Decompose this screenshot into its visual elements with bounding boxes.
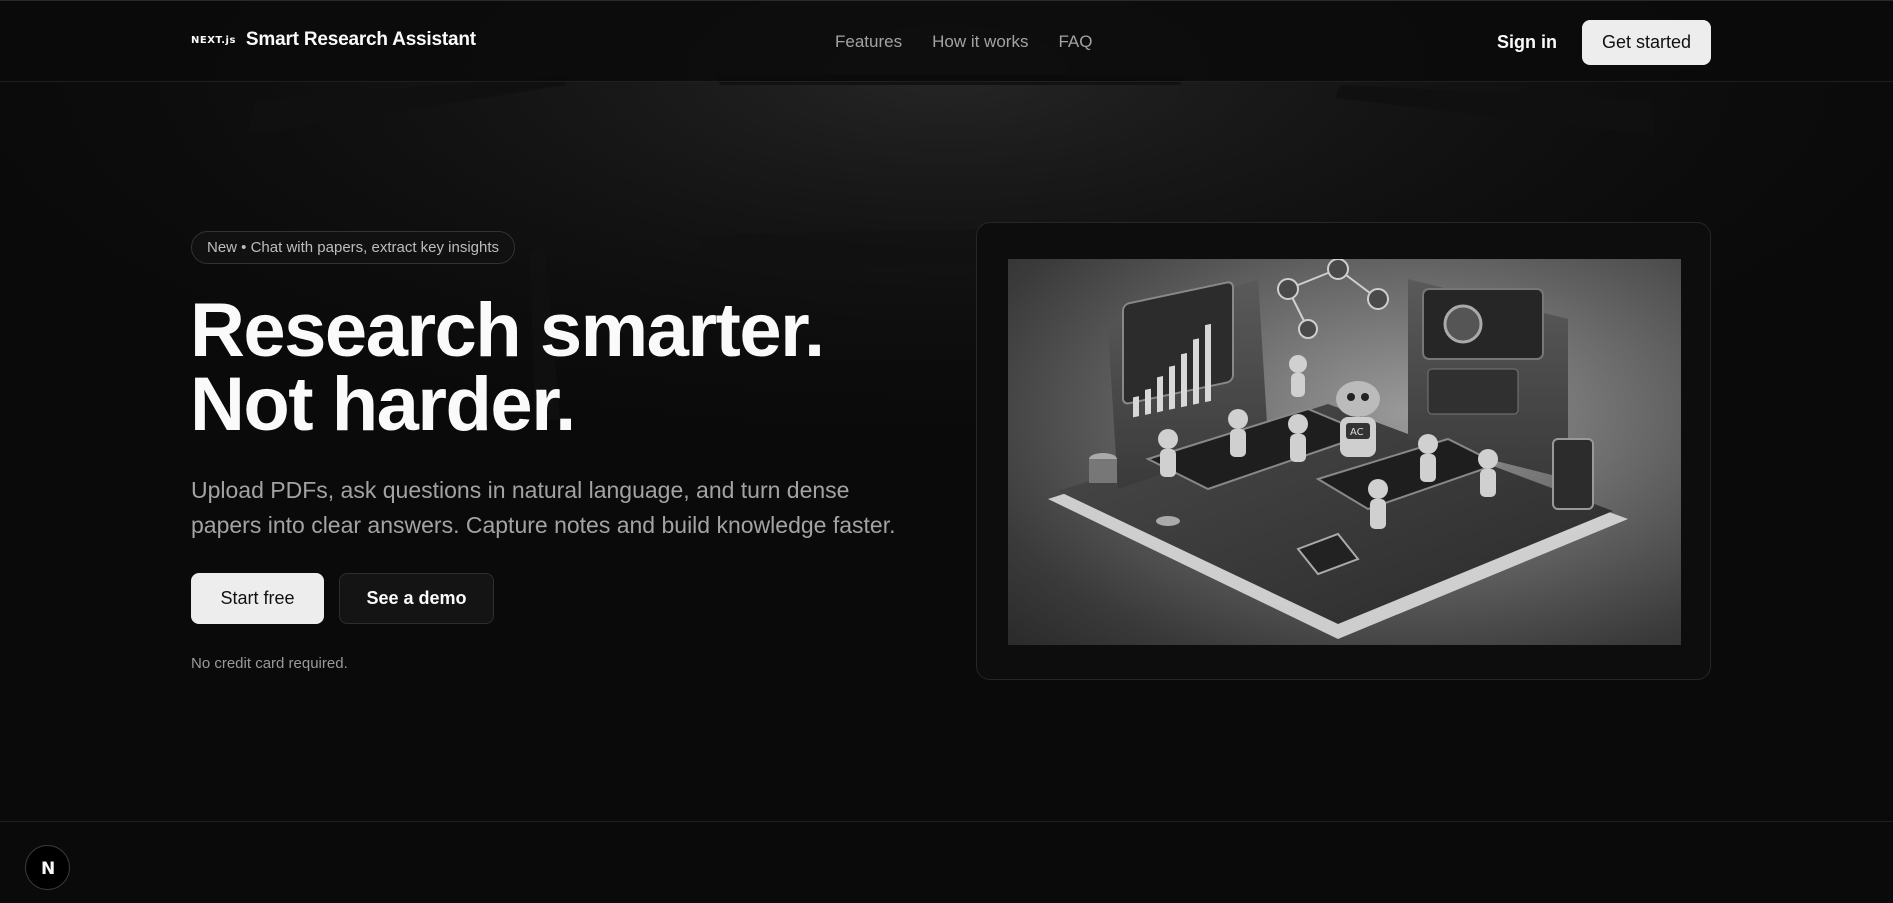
hero-image-card: AC [976,222,1711,680]
footer-divider [0,821,1893,822]
svg-text:N: N [41,859,55,879]
sign-in-link[interactable]: Sign in [1497,32,1557,53]
robot-screen-label: AC [1350,427,1364,438]
nav-links: Features How it works FAQ [835,32,1092,52]
brand[interactable]: NEXT.js Smart Research Assistant [191,29,476,51]
isometric-office-illustration: AC [1008,259,1681,645]
office-scene-graphic: AC [1048,259,1628,639]
hero-subtitle: Upload PDFs, ask questions in natural la… [191,477,896,538]
no-credit-card-note: No credit card required. [191,655,348,672]
get-started-button[interactable]: Get started [1582,20,1711,65]
announcement-badge: New • Chat with papers, extract key insi… [191,231,516,264]
hero-title: Research smarter. Not harder. [190,288,825,447]
see-demo-button[interactable]: See a demo [339,573,494,624]
brand-name: Smart Research Assistant [245,29,476,50]
nav-link-faq[interactable]: FAQ [1058,32,1092,52]
nextjs-logo: NEXT.js [191,34,236,46]
n-logo-icon: N [41,859,55,879]
nextjs-dev-badge[interactable]: N [25,845,70,890]
start-free-button[interactable]: Start free [191,573,324,624]
nav-link-features[interactable]: Features [835,32,902,52]
nav-link-how-it-works[interactable]: How it works [932,32,1028,52]
top-navbar: NEXT.js Smart Research Assistant Feature… [0,0,1893,82]
